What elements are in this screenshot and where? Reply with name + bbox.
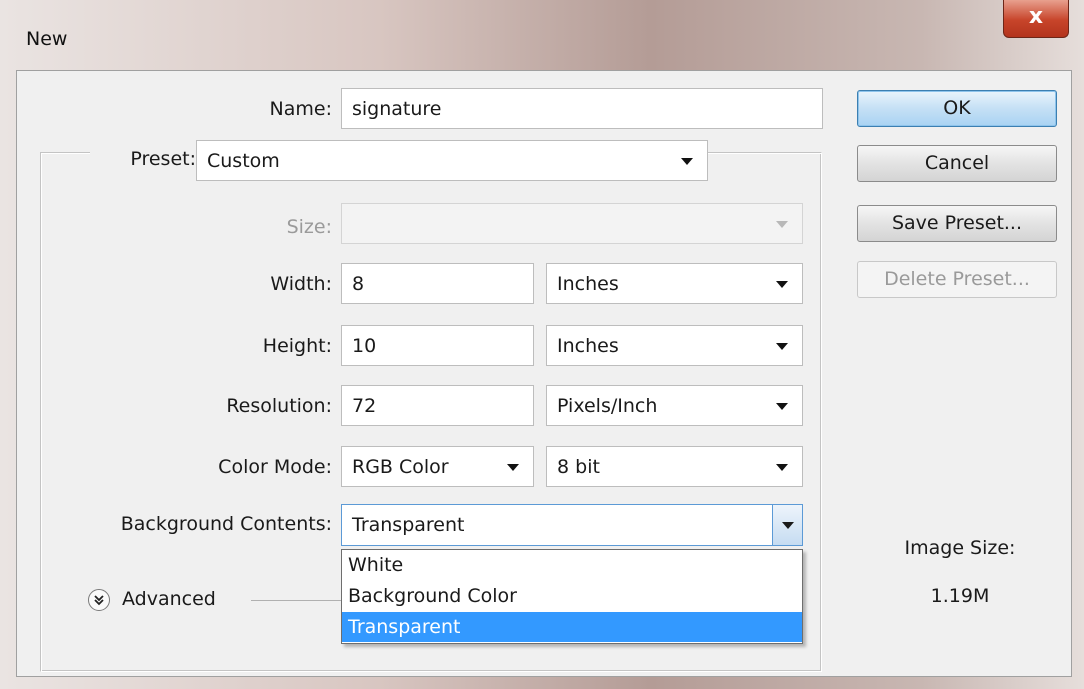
image-size-value: 1.19M [930, 585, 990, 607]
chevron-down-icon [776, 220, 788, 228]
chevron-down-icon [507, 463, 519, 471]
height-unit-select[interactable]: Inches [546, 325, 803, 366]
close-icon: x [1028, 4, 1044, 29]
advanced-divider [251, 600, 343, 601]
chevron-down-icon [782, 522, 794, 529]
resolution-value: 72 [352, 394, 377, 417]
width-input[interactable]: 8 [341, 263, 534, 304]
chevron-double-down-icon[interactable] [88, 589, 110, 611]
color-mode-select[interactable]: RGB Color [341, 446, 534, 487]
ok-button[interactable]: OK [857, 90, 1057, 127]
name-label: Name: [269, 98, 332, 120]
dialog-window: New x Name: signature Preset: Custom Siz… [0, 0, 1084, 689]
advanced-label[interactable]: Advanced [122, 588, 216, 610]
size-select [341, 203, 803, 244]
dropdown-option-background-color[interactable]: Background Color [342, 581, 802, 611]
bit-depth-value: 8 bit [557, 455, 600, 478]
preset-value: Custom [207, 149, 280, 172]
color-mode-label: Color Mode: [218, 456, 332, 478]
name-input[interactable]: signature [341, 88, 823, 129]
background-contents-dropdown: White Background Color Transparent [341, 549, 803, 644]
resolution-label: Resolution: [226, 395, 332, 417]
chevron-down-icon [681, 157, 693, 165]
color-mode-value: RGB Color [352, 455, 449, 478]
height-label: Height: [262, 335, 332, 357]
height-input[interactable]: 10 [341, 325, 534, 366]
resolution-unit-select[interactable]: Pixels/Inch [546, 385, 803, 426]
width-value: 8 [352, 272, 365, 295]
dropdown-option-white[interactable]: White [342, 550, 802, 580]
height-unit-value: Inches [557, 334, 619, 357]
cancel-button[interactable]: Cancel [857, 145, 1057, 182]
name-value: signature [352, 97, 442, 120]
preset-select[interactable]: Custom [196, 140, 708, 181]
chevron-down-icon [776, 342, 788, 350]
width-label: Width: [270, 273, 332, 295]
dropdown-option-transparent[interactable]: Transparent [342, 612, 802, 642]
height-value: 10 [352, 334, 377, 357]
resolution-input[interactable]: 72 [341, 385, 534, 426]
window-title: New [26, 28, 68, 50]
image-size-label: Image Size: [904, 537, 1016, 559]
background-contents-label: Background Contents: [120, 513, 332, 535]
chevron-down-icon [776, 280, 788, 288]
dropdown-toggle-button[interactable] [772, 505, 802, 545]
preset-label: Preset: [90, 148, 202, 170]
width-unit-value: Inches [557, 272, 619, 295]
background-contents-value: Transparent [352, 514, 465, 536]
save-preset-button[interactable]: Save Preset... [857, 205, 1057, 242]
resolution-unit-value: Pixels/Inch [557, 394, 658, 417]
chevron-down-icon [776, 463, 788, 471]
width-unit-select[interactable]: Inches [546, 263, 803, 304]
close-button[interactable]: x [1003, 0, 1069, 38]
background-contents-select[interactable]: Transparent [341, 504, 803, 546]
delete-preset-button: Delete Preset... [857, 261, 1057, 298]
bit-depth-select[interactable]: 8 bit [546, 446, 803, 487]
size-label: Size: [286, 216, 332, 238]
chevron-down-icon [776, 402, 788, 410]
